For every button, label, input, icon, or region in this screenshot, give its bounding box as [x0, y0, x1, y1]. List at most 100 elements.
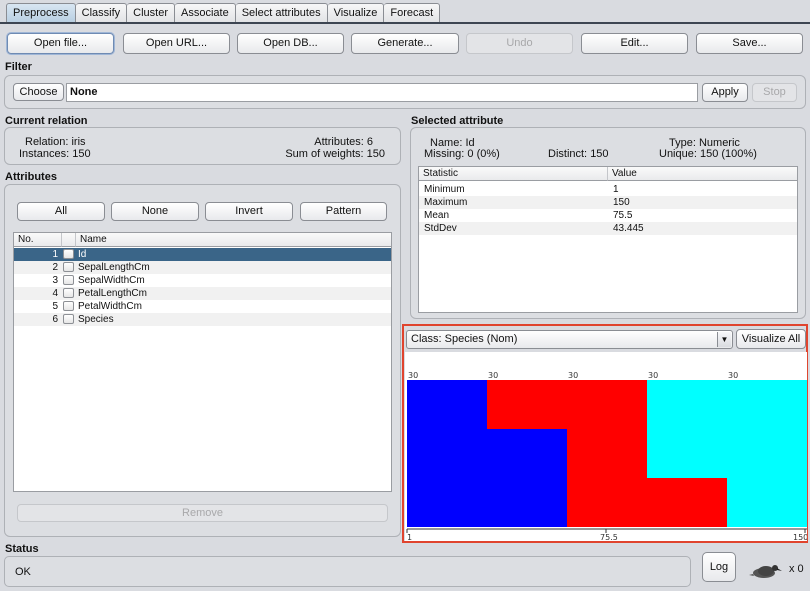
weka-bird-icon[interactable]	[747, 558, 787, 582]
open-file-button[interactable]: Open file...	[7, 33, 114, 54]
x-axis-tick-label: 150	[793, 533, 807, 541]
remove-button[interactable]: Remove	[17, 504, 388, 522]
x-axis-tick-label: 75.5	[600, 533, 618, 541]
attribute-number: 2	[52, 262, 58, 273]
attribute-row[interactable]: 3 SepalWidthCm	[14, 274, 391, 287]
tab-associate[interactable]: Associate	[175, 3, 236, 22]
current-relation-title: Current relation	[5, 115, 88, 127]
attr-distinct-label: Distinct: 150	[548, 148, 609, 160]
attribute-row[interactable]: 2 SepalLengthCm	[14, 261, 391, 274]
histogram-bar-iris-setosa	[407, 380, 487, 527]
tab-divider	[0, 22, 810, 24]
histogram-bar-iris-virginica	[647, 380, 727, 478]
stop-button[interactable]: Stop	[752, 83, 797, 102]
column-header-check[interactable]	[62, 233, 76, 247]
open-url-button[interactable]: Open URL...	[123, 33, 230, 54]
bin-count-label: 30	[488, 371, 498, 380]
attr-distinct-value: 150	[590, 148, 609, 160]
select-none-button[interactable]: None	[111, 202, 199, 221]
histogram-bar-iris-versicolor	[647, 478, 727, 527]
statistic-row: Maximum 150	[419, 196, 797, 209]
attribute-row[interactable]: 6 Species	[14, 313, 391, 326]
tab-forecast[interactable]: Forecast	[384, 3, 441, 22]
save-button[interactable]: Save...	[696, 33, 803, 54]
column-header-name[interactable]: Name	[76, 233, 391, 247]
tab-visualize[interactable]: Visualize	[327, 3, 385, 22]
invert-selection-button[interactable]: Invert	[205, 202, 293, 221]
attribute-checkbox[interactable]	[63, 249, 74, 259]
filter-field[interactable]: None	[66, 83, 698, 102]
attribute-row[interactable]: 1 Id	[14, 248, 391, 261]
statistic-row: StdDev 43.445	[419, 222, 797, 235]
attribute-number: 5	[52, 301, 58, 312]
x-axis-tick-label: 1	[407, 533, 412, 541]
choose-filter-button[interactable]: Choose	[13, 83, 64, 101]
statistic-row: Mean 75.5	[419, 209, 797, 222]
column-header-statistic[interactable]: Statistic	[419, 167, 608, 181]
open-db-button[interactable]: Open DB...	[237, 33, 344, 54]
attribute-checkbox[interactable]	[63, 301, 74, 311]
tab-bar: Preprocess Classify Cluster Associate Select…	[6, 3, 441, 22]
attribute-name: PetalWidthCm	[78, 301, 142, 312]
statistic-row: Minimum 1	[419, 183, 797, 196]
attr-unique-value: 150 (100%)	[699, 148, 757, 160]
edit-button[interactable]: Edit...	[581, 33, 688, 54]
instances-label: Instances: 150	[19, 148, 91, 160]
bin-count-label: 30	[728, 371, 738, 380]
attr-missing-value: 0 (0%)	[467, 148, 500, 160]
instances-value: 150	[72, 148, 91, 160]
filter-title: Filter	[5, 61, 32, 73]
statistic-name: Mean	[424, 210, 450, 221]
select-all-button[interactable]: All	[17, 202, 105, 221]
pattern-button[interactable]: Pattern	[300, 202, 387, 221]
attribute-number: 4	[52, 288, 58, 299]
attribute-name: SepalWidthCm	[78, 275, 145, 286]
class-attribute-select[interactable]: Class: Species (Nom) ▼	[406, 330, 733, 349]
relation-value: iris	[71, 136, 86, 148]
attribute-checkbox[interactable]	[63, 314, 74, 324]
sum-weights-label: Sum of weights: 150	[285, 148, 385, 160]
column-header-no[interactable]: No.	[14, 233, 62, 247]
attribute-number: 1	[52, 249, 58, 260]
attribute-checkbox[interactable]	[63, 275, 74, 285]
histogram-bar-iris-virginica	[727, 380, 807, 527]
class-attribute-value: Class: Species (Nom)	[411, 333, 518, 345]
tab-cluster[interactable]: Cluster	[127, 3, 175, 22]
attribute-number: 3	[52, 275, 58, 286]
relation-label: Relation: iris	[25, 136, 86, 148]
column-header-value[interactable]: Value	[608, 167, 797, 181]
attributes-count-label: Attributes: 6	[314, 136, 373, 148]
selected-attribute-title: Selected attribute	[411, 115, 504, 127]
attribute-name: Id	[78, 249, 87, 260]
apply-button[interactable]: Apply	[702, 83, 748, 102]
undo-button[interactable]: Undo	[466, 33, 573, 54]
statistic-name: Minimum	[424, 184, 465, 195]
attribute-name: SepalLengthCm	[78, 262, 150, 273]
tab-select-attributes[interactable]: Select attributes	[235, 3, 328, 22]
bin-count-label: 30	[408, 371, 418, 380]
histogram-bar-iris-versicolor	[487, 380, 567, 429]
attributes-title: Attributes	[5, 171, 57, 183]
status-title: Status	[5, 543, 39, 555]
attribute-checkbox[interactable]	[63, 262, 74, 272]
statistic-value: 43.445	[613, 223, 644, 234]
log-button[interactable]: Log	[702, 552, 736, 582]
tab-preprocess[interactable]: Preprocess	[6, 3, 76, 22]
histogram-bar-iris-setosa	[487, 429, 567, 527]
statistic-value: 75.5	[613, 210, 633, 221]
visualize-all-button[interactable]: Visualize All	[736, 329, 806, 349]
statistic-value: 1	[613, 184, 619, 195]
status-bar	[4, 556, 691, 587]
generate-button[interactable]: Generate...	[351, 33, 459, 54]
attribute-name: PetalLengthCm	[78, 288, 147, 299]
statistic-name: StdDev	[424, 223, 457, 234]
attribute-row[interactable]: 4 PetalLengthCm	[14, 287, 391, 300]
attribute-checkbox[interactable]	[63, 288, 74, 298]
bin-count-label: 30	[648, 371, 658, 380]
attr-unique-label: Unique: 150 (100%)	[659, 148, 757, 160]
dropdown-arrow-icon[interactable]: ▼	[717, 332, 731, 347]
attribute-name: Species	[78, 314, 114, 325]
attribute-row[interactable]: 5 PetalWidthCm	[14, 300, 391, 313]
histogram-bar-iris-versicolor	[567, 380, 647, 527]
tab-classify[interactable]: Classify	[75, 3, 128, 22]
